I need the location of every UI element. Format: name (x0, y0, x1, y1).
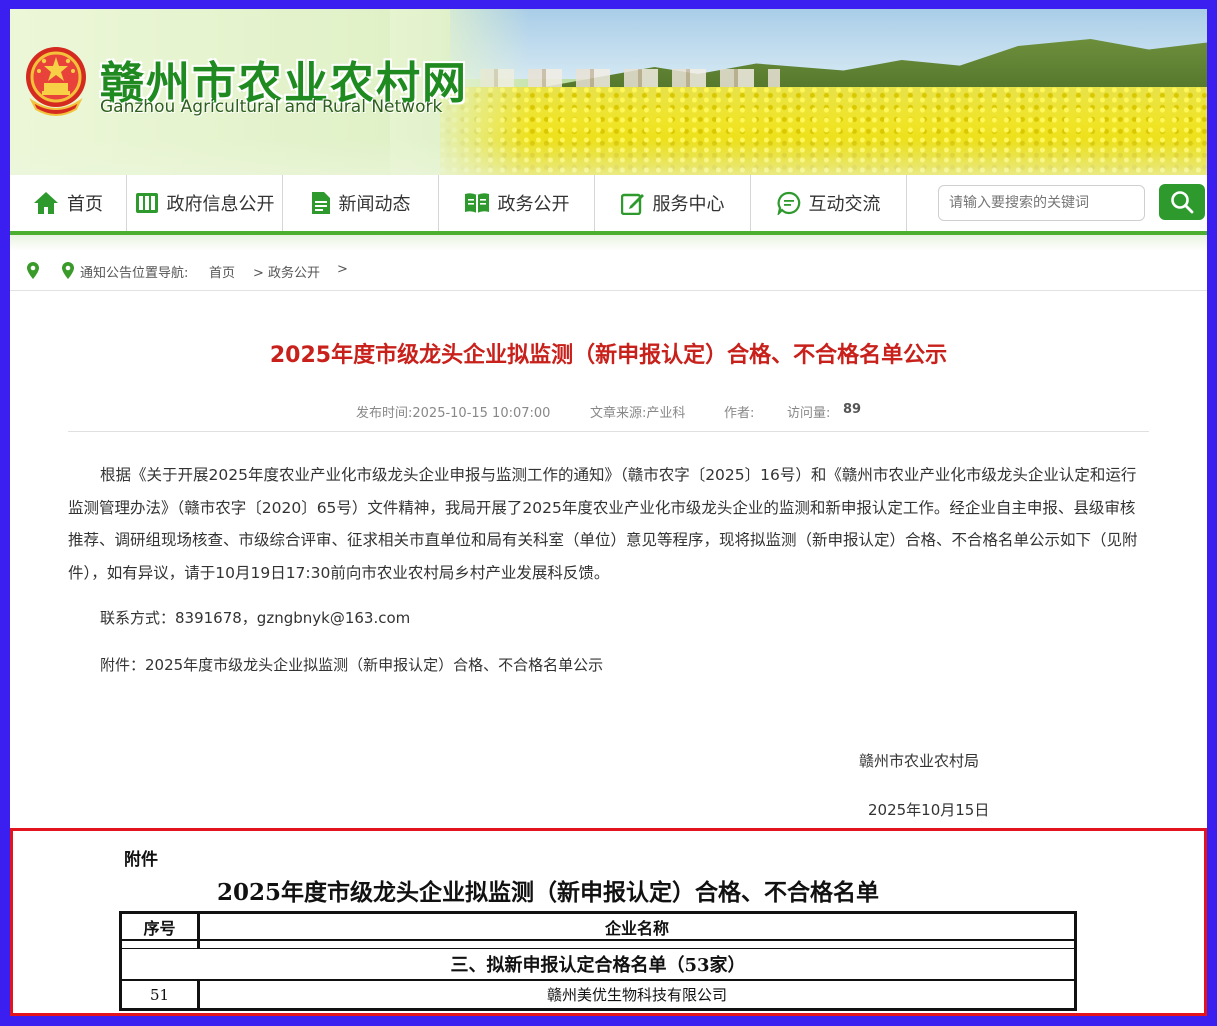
views-count-value: 89 (843, 402, 862, 417)
edit-icon (620, 193, 644, 215)
article-source: 文章来源:产业科 (590, 406, 686, 421)
column-header-number: 序号 (143, 918, 176, 938)
nav-item-label: 首页 (67, 194, 103, 215)
table-spacer-row (119, 941, 1077, 949)
views-label: 访问量: (787, 406, 831, 421)
search-input[interactable] (938, 185, 1145, 221)
national-emblem-icon (26, 47, 86, 116)
article-signer: 赣州市农业农村局 (859, 752, 980, 770)
columns-icon (135, 193, 158, 213)
article-body: 根据《关于开展2025年度农业产业化市级龙头企业申报与监测工作的通知》（赣市农字… (68, 466, 1138, 582)
site-subtitle: Ganzhou Agricultural and Rural Network (100, 97, 443, 117)
document-icon (311, 192, 330, 214)
article-date: 2025年10月15日 (868, 801, 990, 819)
search-icon (1171, 191, 1194, 214)
attachment-label: 附件 (124, 850, 158, 870)
chat-icon (776, 191, 800, 215)
attachment-title: 2025年度市级龙头企业拟监测（新申报认定）合格、不合格名单 (216, 879, 879, 906)
views-count: 89 (843, 402, 861, 417)
nav-item-label: 政务公开 (497, 194, 570, 215)
meta-divider (68, 431, 1149, 432)
row-number: 51 (149, 985, 170, 1004)
table-section-row: 三、拟新申报认定合格名单（53家） (119, 949, 1077, 981)
breadcrumb: 通知公告位置导航: 首页 > 政务公开 > (10, 251, 1207, 291)
nav-item-news[interactable]: 新闻动态 (283, 175, 439, 231)
browser-page: 赣州市农业农村网 Ganzhou Agricultural and Rural … (10, 9, 1207, 1016)
site-banner: 赣州市农业农村网 Ganzhou Agricultural and Rural … (10, 9, 1207, 175)
nav-item-gov-affairs[interactable]: 政务公开 (439, 175, 595, 231)
location-pin-icon (27, 262, 39, 279)
nav-item-interaction[interactable]: 互动交流 (751, 175, 907, 231)
attachment-image: 附件 2025年度市级龙头企业拟监测（新申报认定）合格、不合格名单 序号 企业名… (10, 828, 1207, 1016)
breadcrumb-home-link[interactable]: 首页 (209, 262, 235, 281)
column-header-name: 企业名称 (604, 918, 669, 938)
nav-item-home[interactable]: 首页 (10, 175, 127, 231)
article-title: 2025年度市级龙头企业拟监测（新申报认定）合格、不合格名单公示 (269, 343, 948, 368)
nav-item-label: 政府信息公开 (166, 194, 275, 215)
nav-item-service[interactable]: 服务中心 (595, 175, 751, 231)
nav-item-gov-info[interactable]: 政府信息公开 (127, 175, 283, 231)
book-icon (464, 193, 489, 213)
location-pin-icon (62, 262, 74, 279)
section-heading: 三、拟新申报认定合格名单（53家） (450, 955, 746, 976)
main-nav: 首页 政府信息公开 新闻动态 政务公开 服务中心 互动交流 (10, 175, 1207, 235)
article-author: 作者: (724, 406, 755, 421)
breadcrumb-section-link[interactable]: > 政务公开 (253, 262, 320, 281)
row-company-name: 赣州美优生物科技有限公司 (546, 986, 727, 1004)
table-row: 51 赣州美优生物科技有限公司 (119, 981, 1077, 1011)
search-button[interactable] (1159, 184, 1205, 220)
breadcrumb-label: 通知公告位置导航: (80, 266, 189, 281)
breadcrumb-separator: > (337, 262, 348, 277)
publish-time: 发布时间:2025-10-15 10:07:00 (356, 406, 551, 421)
nav-item-label: 新闻动态 (338, 194, 411, 215)
nav-item-label: 互动交流 (808, 194, 881, 215)
article-attachment-link[interactable]: 附件：2025年度市级龙头企业拟监测（新申报认定）合格、不合格名单公示 (100, 654, 603, 675)
table-header-row: 序号 企业名称 (119, 911, 1077, 941)
article-contact: 联系方式：8391678，gzngbnyk@163.com (100, 609, 411, 627)
home-icon (34, 192, 58, 214)
nav-item-label: 服务中心 (652, 194, 725, 215)
